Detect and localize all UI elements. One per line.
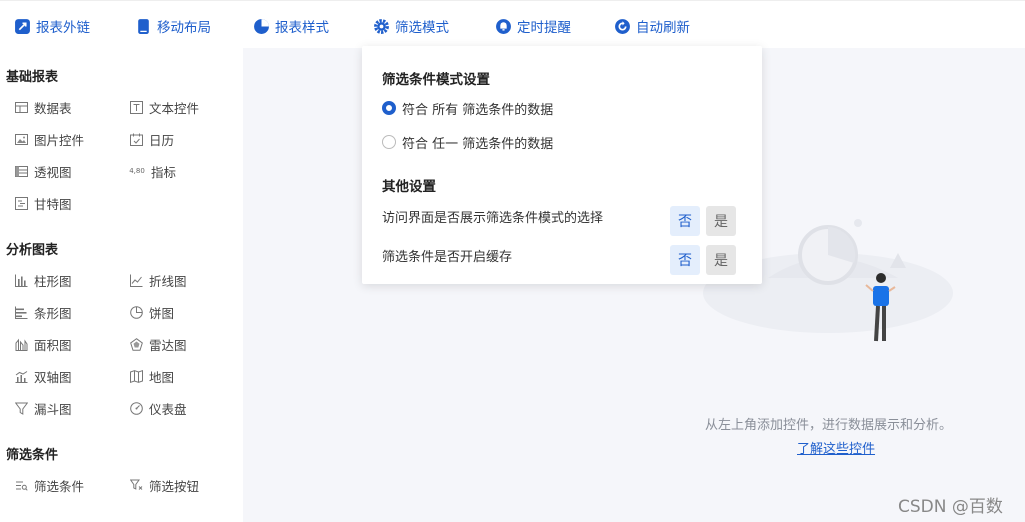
component-label: 仪表盘 [149,401,187,417]
report-style-label: 报表样式 [275,20,329,36]
setting-cache-label: 筛选条件是否开启缓存 [382,250,513,265]
column-chart-icon [14,273,28,287]
component-pivot[interactable]: 透视图 [14,162,72,180]
learn-components-link[interactable]: 了解这些控件 [797,438,875,457]
component-line-chart[interactable]: 折线图 [129,271,187,289]
component-label: 日历 [149,132,175,148]
component-label: 雷达图 [149,337,187,353]
component-gauge[interactable]: 仪表盘 [129,399,187,417]
filter-button-icon [129,478,143,492]
component-gantt[interactable]: 甘特图 [14,194,72,212]
filter-mode-button[interactable]: 筛选模式 [373,15,449,37]
component-table[interactable]: 数据表 [14,98,72,116]
schedule-reminder-button[interactable]: 定时提醒 [495,15,571,37]
schedule-reminder-label: 定时提醒 [517,20,571,36]
auto-refresh-button[interactable]: 自动刷新 [614,15,690,37]
component-column-chart[interactable]: 柱形图 [14,271,72,289]
pivot-icon [14,164,28,178]
refresh-icon [615,18,630,34]
component-filter-condition[interactable]: 筛选条件 [14,476,84,494]
mode-settings-title: 筛选条件模式设置 [382,72,490,88]
component-area-chart[interactable]: 面积图 [14,335,72,353]
setting-cache-yes-button[interactable]: 是 [706,245,736,275]
report-style-button[interactable]: 报表样式 [253,15,329,37]
link-icon [15,18,30,34]
component-bar-chart[interactable]: 条形图 [14,303,72,321]
component-label: 漏斗图 [34,401,72,417]
calendar-icon [129,132,143,146]
component-label: 柱形图 [34,273,72,289]
component-label: 筛选条件 [34,478,85,494]
component-label: 面积图 [34,337,72,353]
setting-show-mode-yes-button[interactable]: 是 [706,206,736,236]
section-title-analysis: 分析图表 [6,243,59,258]
component-label: 饼图 [149,305,175,321]
report-link-button[interactable]: 报表外链 [14,15,90,37]
component-label: 折线图 [149,273,187,289]
palette-icon [254,18,269,34]
dual-axis-icon [14,369,28,383]
bar-chart-icon [14,305,28,319]
watermark: CSDN @百数 [898,497,1003,517]
setting-show-mode-label: 访问界面是否展示筛选条件模式的选择 [382,211,604,226]
text-icon [129,100,143,114]
component-filter-button[interactable]: 筛选按钮 [129,476,199,494]
image-icon [14,132,28,146]
component-label: 筛选按钮 [149,478,200,494]
component-label: 数据表 [34,100,72,116]
gauge-icon [129,401,143,415]
component-label: 图片控件 [34,132,85,148]
gantt-icon [14,196,28,210]
auto-refresh-label: 自动刷新 [636,20,690,36]
top-toolbar: 报表外链 移动布局 报表样式 筛选模式 定时提醒 自动刷新 [0,0,1025,48]
component-pie-chart[interactable]: 饼图 [129,303,174,321]
component-label: 地图 [149,369,175,385]
area-chart-icon [14,337,28,351]
mobile-layout-label: 移动布局 [157,20,211,36]
mobile-icon [138,18,149,34]
component-dual-axis-chart[interactable]: 双轴图 [14,367,72,385]
gear-icon [374,18,389,34]
radio-match-any[interactable]: 符合 任一 筛选条件的数据 [382,133,554,152]
component-radar-chart[interactable]: 雷达图 [129,335,187,353]
section-title-filters: 筛选条件 [6,448,59,463]
component-label: 甘特图 [34,196,72,212]
filter-mode-popover: 筛选条件模式设置 符合 所有 筛选条件的数据 符合 任一 筛选条件的数据 其他设… [362,46,762,284]
filter-list-icon [14,478,28,492]
radio-label: 符合 所有 筛选条件的数据 [402,102,554,118]
setting-show-mode-no-button[interactable]: 否 [670,206,700,236]
section-title-basic: 基础报表 [6,70,59,85]
component-metric[interactable]: 4,80 指标 [129,162,176,180]
filter-mode-label: 筛选模式 [395,20,449,36]
radar-chart-icon [129,337,143,351]
component-funnel-chart[interactable]: 漏斗图 [14,399,72,417]
line-chart-icon [129,273,143,287]
component-label: 条形图 [34,305,72,321]
radio-label: 符合 任一 筛选条件的数据 [402,136,554,152]
metric-icon: 4,80 [129,167,145,175]
map-icon [129,369,143,383]
pie-chart-icon [129,305,143,319]
report-link-label: 报表外链 [36,20,90,36]
mobile-layout-button[interactable]: 移动布局 [135,15,211,37]
empty-state-hint: 从左上角添加控件，进行数据展示和分析。 [705,418,953,433]
component-label: 透视图 [34,164,72,180]
component-label: 指标 [151,164,177,180]
component-calendar[interactable]: 日历 [129,130,174,148]
bell-icon [496,18,511,34]
component-image[interactable]: 图片控件 [14,130,84,148]
component-map[interactable]: 地图 [129,367,174,385]
component-sidebar: 基础报表 数据表 文本控件 图片控件 日历 透视图 4,80 指标 甘特图 分析… [0,48,243,522]
funnel-icon [14,401,28,415]
component-label: 双轴图 [34,369,72,385]
radio-match-all[interactable]: 符合 所有 筛选条件的数据 [382,99,554,118]
component-text[interactable]: 文本控件 [129,98,199,116]
setting-cache-no-button[interactable]: 否 [670,245,700,275]
radio-checked-icon [382,101,396,115]
other-settings-title: 其他设置 [382,179,436,195]
radio-unchecked-icon [382,135,396,149]
table-icon [14,100,28,114]
component-label: 文本控件 [149,100,200,116]
